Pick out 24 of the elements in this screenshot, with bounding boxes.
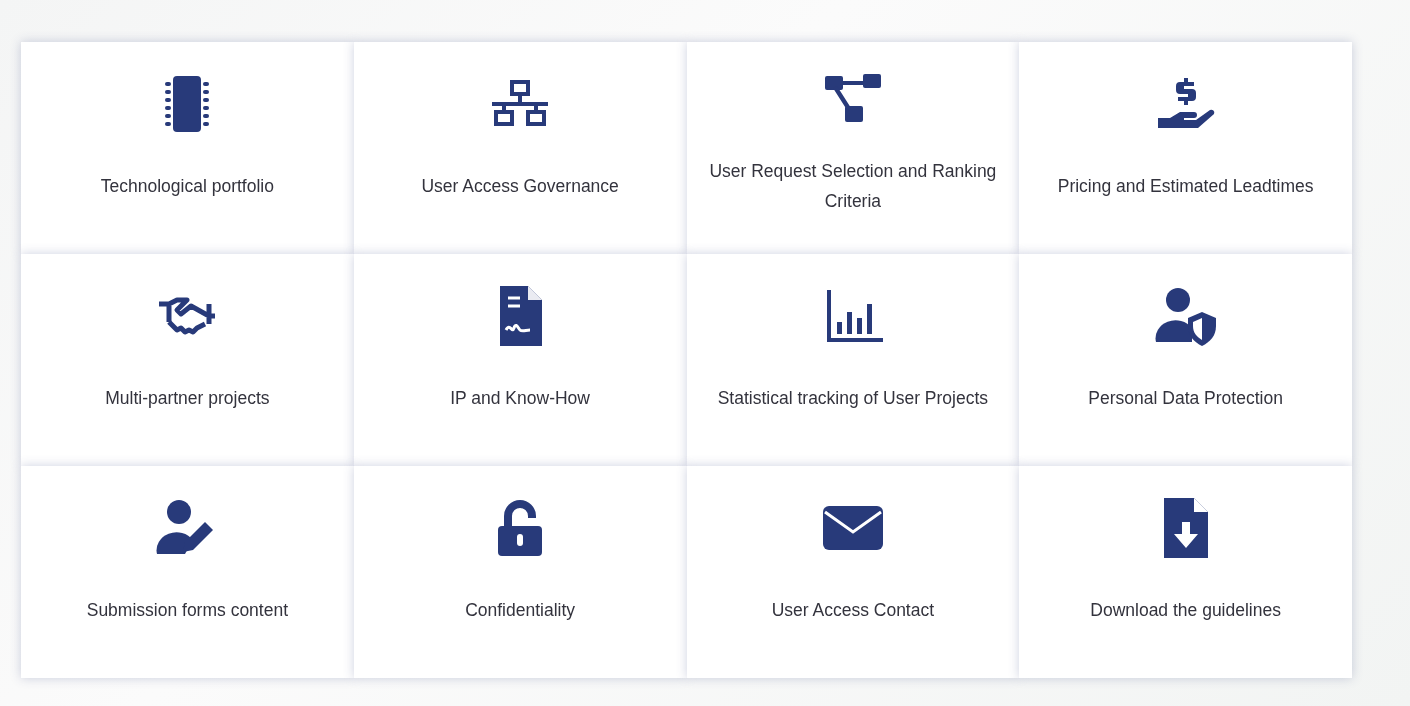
- topic-card[interactable]: Multi-partner projects: [21, 254, 354, 466]
- card-title: User Request Selection and Ranking Criteria: [708, 160, 998, 213]
- topic-card[interactable]: Download the guidelines: [1019, 466, 1352, 678]
- card-title: IP and Know-How: [450, 387, 590, 410]
- topic-card[interactable]: IP and Know-How: [353, 254, 687, 466]
- card-title: Technological portfolio: [100, 175, 274, 198]
- card-title: User Access Contact: [771, 599, 935, 622]
- topic-card[interactable]: Technological portfolio: [21, 42, 354, 254]
- card-title: Pricing and Estimated Leadtimes: [1057, 175, 1314, 198]
- topic-card[interactable]: Submission forms content: [21, 466, 354, 678]
- topic-card[interactable]: User Access Contact: [686, 466, 1020, 678]
- topic-card[interactable]: Confidentiality: [353, 466, 687, 678]
- topic-card[interactable]: User Access Governance: [353, 42, 687, 254]
- card-title: Personal Data Protection: [1088, 387, 1283, 410]
- card-title: Multi-partner projects: [105, 387, 270, 410]
- topic-card[interactable]: Personal Data Protection: [1019, 254, 1352, 466]
- card-title: Submission forms content: [86, 599, 289, 622]
- card-title: User Access Governance: [421, 175, 619, 198]
- card-title: Confidentiality: [465, 599, 576, 622]
- card-title: Download the guidelines: [1090, 599, 1281, 622]
- topic-card[interactable]: Pricing and Estimated Leadtimes: [1019, 42, 1352, 254]
- topic-card[interactable]: Statistical tracking of User Projects: [686, 254, 1020, 466]
- topic-card[interactable]: User Request Selection and Ranking Criteria: [686, 42, 1020, 254]
- card-title: Statistical tracking of User Projects: [717, 387, 989, 410]
